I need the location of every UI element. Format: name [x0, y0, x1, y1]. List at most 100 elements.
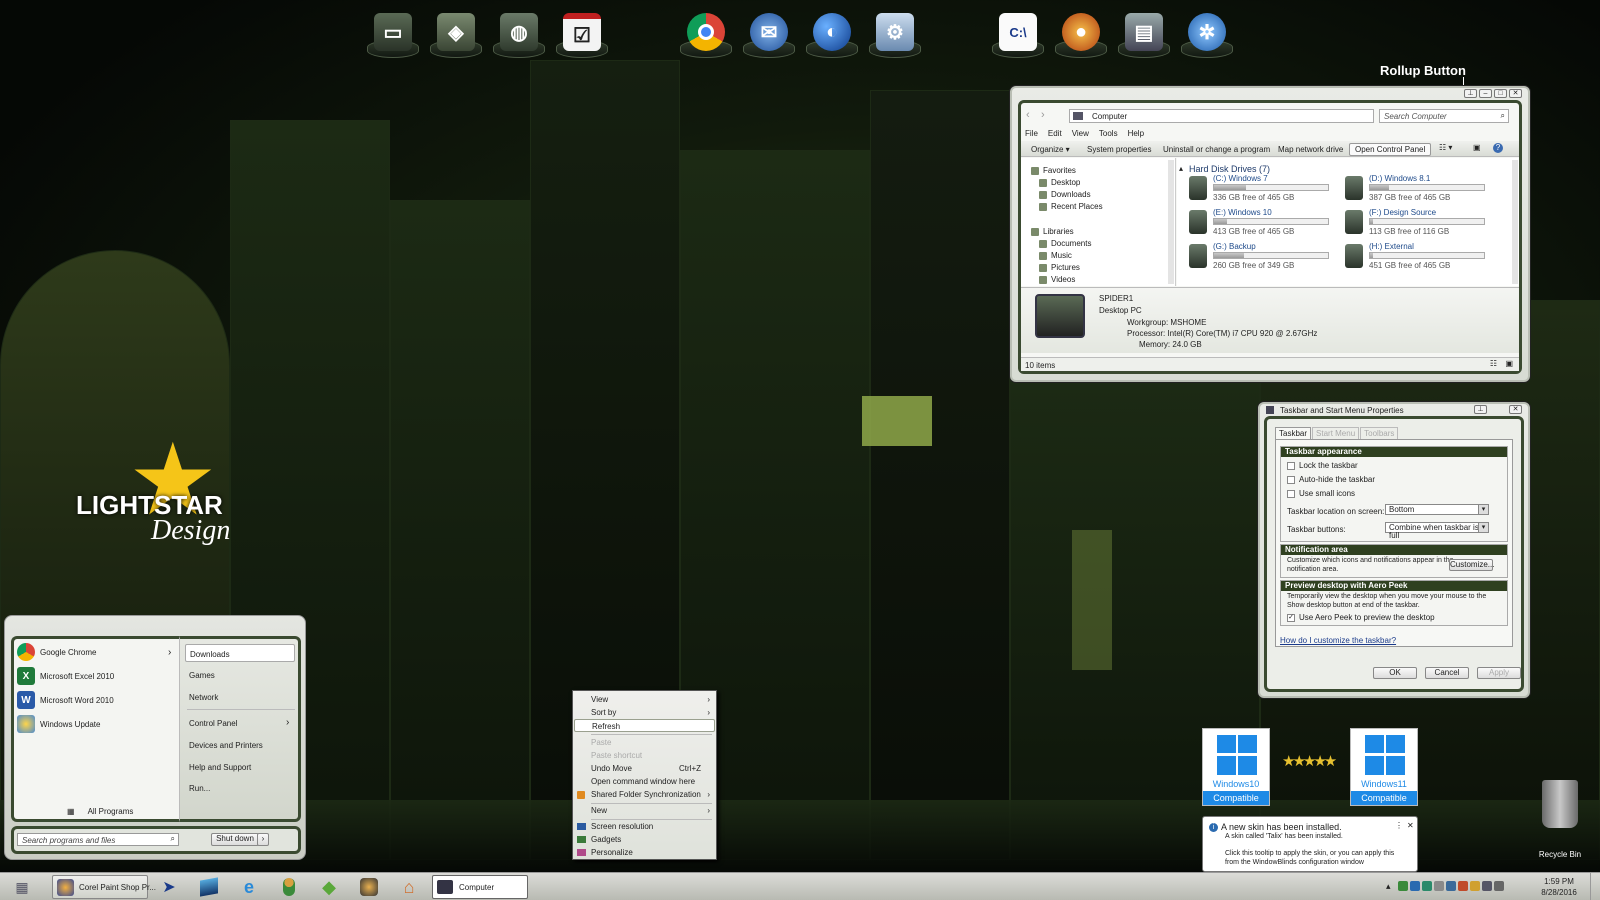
- menu-item-paste[interactable]: Paste: [574, 736, 715, 749]
- drive-tile[interactable]: (G:) Backup 260 GB free of 349 GB: [1189, 242, 1339, 272]
- nav-pictures[interactable]: Pictures: [1039, 263, 1080, 272]
- menu-item-refresh[interactable]: Refresh: [574, 719, 715, 732]
- menu-item-open-command-window[interactable]: Open command window here: [574, 775, 715, 788]
- menu-edit[interactable]: Edit: [1048, 129, 1062, 138]
- notification-balloon[interactable]: i A new skin has been installed. ⋮ ✕ A s…: [1202, 816, 1418, 872]
- nav-downloads[interactable]: Downloads: [1039, 190, 1091, 199]
- start-right-network[interactable]: Network: [189, 693, 218, 702]
- menu-item-gadgets[interactable]: Gadgets: [574, 833, 715, 846]
- drive-tile[interactable]: (H:) External 451 GB free of 465 GB: [1345, 242, 1495, 272]
- home-app-icon[interactable]: ⌂: [392, 876, 426, 898]
- nav-desktop[interactable]: Desktop: [1039, 178, 1080, 187]
- camera-app-icon[interactable]: [352, 876, 386, 898]
- vault-icon[interactable]: ◈: [428, 6, 484, 58]
- nav-scrollbar[interactable]: [1168, 160, 1174, 284]
- buttons-select[interactable]: Combine when taskbar is full: [1385, 522, 1489, 540]
- menu-item-shared-folder-sync[interactable]: Shared Folder Synchronization ›: [574, 788, 715, 801]
- notification-menu-icon[interactable]: ⋮: [1395, 821, 1403, 830]
- start-right-run[interactable]: Run...: [189, 784, 210, 793]
- search-box[interactable]: Search Computer ⌕: [1379, 109, 1509, 123]
- preview-pane-icon[interactable]: ▣: [1473, 143, 1481, 152]
- volume-icon[interactable]: [1493, 881, 1504, 891]
- start-item-chrome[interactable]: Google Chrome: [17, 643, 96, 661]
- uninstall-button[interactable]: Uninstall or change a program: [1163, 145, 1270, 154]
- start-button[interactable]: ▦: [4, 876, 40, 898]
- start-search-input[interactable]: Search programs and files ⌕: [17, 833, 179, 846]
- network-icon[interactable]: [1481, 881, 1492, 891]
- taskbar-item-computer[interactable]: Computer: [432, 875, 528, 899]
- network-globe-icon[interactable]: ◍: [491, 6, 547, 58]
- nav-favorites[interactable]: Favorites: [1031, 166, 1076, 175]
- start-right-help[interactable]: Help and Support: [189, 763, 251, 772]
- clock[interactable]: 1:59 PM 8/28/2016: [1534, 876, 1584, 898]
- show-desktop-button[interactable]: [1590, 873, 1600, 900]
- control-panel-icon[interactable]: ⚙: [867, 6, 923, 58]
- drive-tile[interactable]: (E:) Windows 10 413 GB free of 465 GB: [1189, 208, 1339, 238]
- menu-file[interactable]: File: [1025, 129, 1038, 138]
- menu-item-undo-move[interactable]: Undo Move Ctrl+Z: [574, 762, 715, 775]
- customize-button[interactable]: Customize...: [1449, 559, 1494, 571]
- help-link[interactable]: How do I customize the taskbar?: [1280, 636, 1396, 645]
- address-bar[interactable]: Computer: [1069, 109, 1374, 123]
- forward-arrow-icon[interactable]: ›: [1041, 109, 1045, 121]
- stack-app-icon[interactable]: [192, 876, 226, 898]
- start-item-word[interactable]: W Microsoft Word 2010: [17, 691, 114, 709]
- cursor-app-icon[interactable]: ➤: [152, 876, 186, 898]
- internet-explorer-icon[interactable]: e: [232, 876, 266, 898]
- all-programs-button[interactable]: ▦ All Programs: [67, 807, 133, 816]
- view-options-icon[interactable]: ☷ ▾: [1439, 143, 1452, 152]
- menu-item-new[interactable]: New ›: [574, 804, 715, 817]
- notification-close-icon[interactable]: ✕: [1407, 821, 1414, 830]
- collapse-icon[interactable]: ▴: [1179, 164, 1183, 173]
- recycle-bin[interactable]: Recycle Bin: [1530, 780, 1590, 860]
- cancel-button[interactable]: Cancel: [1425, 667, 1469, 679]
- help-icon[interactable]: ?: [1493, 143, 1503, 153]
- checklist-icon[interactable]: ☑: [554, 6, 610, 58]
- nav-recent[interactable]: Recent Places: [1039, 202, 1103, 211]
- menu-item-paste-shortcut[interactable]: Paste shortcut: [574, 749, 715, 762]
- tray-app-icon[interactable]: [1409, 881, 1420, 891]
- chrome-icon[interactable]: [678, 6, 734, 58]
- back-arrow-icon[interactable]: ‹: [1026, 109, 1030, 121]
- nav-videos[interactable]: Videos: [1039, 275, 1075, 284]
- shutdown-button[interactable]: Shut down: [211, 833, 259, 846]
- thunderbird-icon[interactable]: ✉: [741, 6, 797, 58]
- location-select[interactable]: Bottom: [1385, 504, 1489, 515]
- menu-item-screen-resolution[interactable]: Screen resolution: [574, 820, 715, 833]
- tray-app-icon[interactable]: [1421, 881, 1432, 891]
- menu-tools[interactable]: Tools: [1099, 129, 1118, 138]
- system-properties-button[interactable]: System properties: [1087, 145, 1151, 154]
- map-drive-button[interactable]: Map network drive: [1278, 145, 1343, 154]
- aero-peek-checkbox[interactable]: ✓ Use Aero Peek to preview the desktop: [1287, 613, 1435, 622]
- menu-item-personalize[interactable]: Personalize: [574, 846, 715, 859]
- menu-view[interactable]: View: [1072, 129, 1089, 138]
- gem-app-icon[interactable]: ◆: [312, 876, 346, 898]
- network-settings-icon[interactable]: ✲: [1179, 6, 1235, 58]
- dialog-close-icon[interactable]: ✕: [1509, 405, 1522, 414]
- details-view-icon[interactable]: ☷: [1490, 359, 1497, 368]
- drive-tile[interactable]: (F:) Design Source 113 GB free of 116 GB: [1345, 208, 1495, 238]
- open-control-panel-button[interactable]: Open Control Panel: [1349, 143, 1432, 156]
- drive-tile[interactable]: (C:) Windows 7 336 GB free of 465 GB: [1189, 174, 1339, 204]
- flag-icon[interactable]: [1469, 881, 1480, 891]
- start-right-control-panel[interactable]: Control Panel: [189, 719, 237, 728]
- server-tower-icon[interactable]: ▤: [1116, 6, 1172, 58]
- menu-help[interactable]: Help: [1128, 129, 1144, 138]
- dialog-rollup-icon[interactable]: ⊥: [1474, 405, 1487, 414]
- maximize-icon[interactable]: □: [1494, 89, 1507, 98]
- tray-app-icon[interactable]: [1397, 881, 1408, 891]
- taskbar-item-paintshop[interactable]: Corel Paint Shop Pr...: [52, 875, 156, 899]
- autohide-checkbox[interactable]: Auto-hide the taskbar: [1287, 475, 1375, 484]
- start-right-devices[interactable]: Devices and Printers: [189, 741, 263, 750]
- start-item-excel[interactable]: X Microsoft Excel 2010: [17, 667, 114, 685]
- tray-app-icon[interactable]: [1457, 881, 1468, 891]
- large-icons-view-icon[interactable]: ▣: [1505, 359, 1513, 368]
- organize-button[interactable]: Organize ▾: [1031, 145, 1070, 154]
- user-app-icon[interactable]: [272, 876, 306, 898]
- drive-tile[interactable]: (D:) Windows 8.1 387 GB free of 465 GB: [1345, 174, 1495, 204]
- drives-scrollbar[interactable]: [1512, 160, 1518, 284]
- apply-button[interactable]: Apply: [1477, 667, 1521, 679]
- shutdown-options-button[interactable]: ›: [257, 833, 269, 846]
- small-icons-checkbox[interactable]: Use small icons: [1287, 489, 1355, 498]
- rollup-icon[interactable]: ⊥: [1464, 89, 1477, 98]
